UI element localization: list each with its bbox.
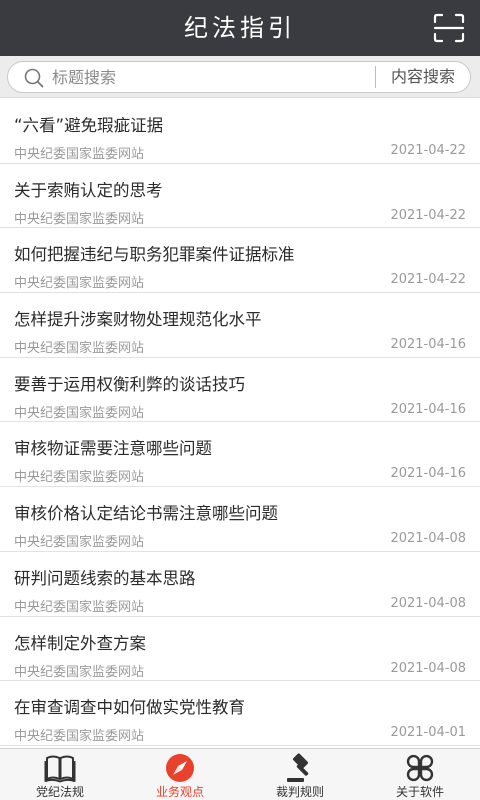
article-title: 在审查调查中如何做实党性教育: [14, 698, 245, 718]
tab-label: 业务观点: [155, 785, 204, 799]
article-title: 审核物证需要注意哪些问题: [14, 439, 212, 459]
article-date: 2021-04-08: [390, 595, 466, 611]
article-date: 2021-04-01: [390, 725, 466, 741]
article-date: 2021-04-22: [390, 207, 466, 223]
list-item[interactable]: 怎样提升涉案财物处理规范化水平 中央纪委国家监委网站 2021-04-16: [0, 293, 480, 358]
list-item[interactable]: 审核价格认定结论书需注意哪些问题 中央纪委国家监委网站 2021-04-08: [0, 487, 480, 552]
article-date: 2021-04-08: [390, 660, 466, 676]
article-source: 中央纪委国家监委网站: [14, 405, 145, 421]
tab-label: 关于软件: [395, 785, 444, 799]
search-icon: [24, 68, 44, 88]
book-icon: [44, 755, 76, 783]
article-source: 中央纪委国家监委网站: [14, 211, 145, 227]
article-date: 2021-04-22: [390, 272, 466, 288]
article-title: 要善于运用权衡利弊的谈话技巧: [14, 374, 245, 394]
article-title: 怎样制定外查方案: [14, 633, 146, 653]
compass-icon: [166, 754, 194, 782]
clover-icon: [406, 754, 434, 782]
bottom-tab-bar: 党纪法规 业务观点 裁判规则 关于软件: [0, 748, 480, 800]
article-source: 中央纪委国家监委网站: [14, 729, 145, 745]
app-screen: 纪法指引 内容搜索 “六看”避免瑕疵证据: [0, 0, 480, 800]
list-item[interactable]: 审核物证需要注意哪些问题 中央纪委国家监委网站 2021-04-16: [0, 422, 480, 488]
list-item[interactable]: 要善于运用权衡利弊的谈话技巧 中央纪委国家监委网站 2021-04-16: [0, 358, 480, 423]
tab-label: 党纪法规: [35, 785, 84, 799]
article-date: 2021-04-08: [390, 531, 466, 547]
title-search-input[interactable]: [52, 64, 378, 90]
list-item[interactable]: “六看”避免瑕疵证据 中央纪委国家监委网站 2021-04-22: [0, 99, 480, 164]
article-title: 研判问题线索的基本思路: [14, 568, 196, 588]
article-source: 中央纪委国家监委网站: [14, 664, 145, 680]
article-date: 2021-04-16: [390, 337, 466, 353]
gavel-icon: [287, 753, 309, 782]
article-source: 中央纪委国家监委网站: [14, 341, 145, 357]
tab-business-views[interactable]: 业务观点: [120, 749, 240, 800]
tab-label: 裁判规则: [275, 785, 324, 799]
article-title: 关于索贿认定的思考: [14, 180, 163, 200]
tab-about-software[interactable]: 关于软件: [360, 749, 480, 800]
list-item[interactable]: 研判问题线索的基本思路 中央纪委国家监委网站 2021-04-08: [0, 552, 480, 617]
article-title: 怎样提升涉案财物处理规范化水平: [14, 310, 262, 330]
scan-icon: [433, 13, 465, 43]
app-title: 纪法指引: [184, 14, 296, 42]
article-source: 中央纪委国家监委网站: [14, 276, 145, 292]
article-source: 中央纪委国家监委网站: [14, 535, 145, 551]
search-bar: 内容搜索: [0, 56, 480, 98]
scan-button[interactable]: [432, 12, 466, 44]
article-source: 中央纪委国家监委网站: [14, 599, 145, 615]
article-date: 2021-04-16: [390, 466, 466, 482]
list-item[interactable]: 在审查调查中如何做实党性教育 中央纪委国家监委网站 2021-04-01: [0, 681, 480, 746]
content-search-button[interactable]: 内容搜索: [375, 66, 470, 88]
article-list: “六看”避免瑕疵证据 中央纪委国家监委网站 2021-04-22 关于索贿认定的…: [0, 99, 480, 747]
article-source: 中央纪委国家监委网站: [14, 470, 145, 486]
tab-party-regulations[interactable]: 党纪法规: [0, 749, 120, 800]
title-bar: 纪法指引: [0, 0, 480, 56]
list-item[interactable]: 怎样制定外查方案 中央纪委国家监委网站 2021-04-08: [0, 617, 480, 682]
article-title: 如何把握违纪与职务犯罪案件证据标准: [14, 245, 295, 265]
article-source: 中央纪委国家监委网站: [14, 147, 145, 162]
article-title: “六看”避免瑕疵证据: [14, 116, 164, 135]
tab-judgment-rules[interactable]: 裁判规则: [240, 749, 360, 800]
search-box: 内容搜索: [7, 61, 471, 93]
list-item[interactable]: 如何把握违纪与职务犯罪案件证据标准 中央纪委国家监委网站 2021-04-22: [0, 228, 480, 294]
article-date: 2021-04-16: [390, 401, 466, 417]
article-date: 2021-04-22: [390, 143, 466, 158]
article-title: 审核价格认定结论书需注意哪些问题: [14, 504, 278, 524]
list-item[interactable]: 关于索贿认定的思考 中央纪委国家监委网站 2021-04-22: [0, 164, 480, 229]
